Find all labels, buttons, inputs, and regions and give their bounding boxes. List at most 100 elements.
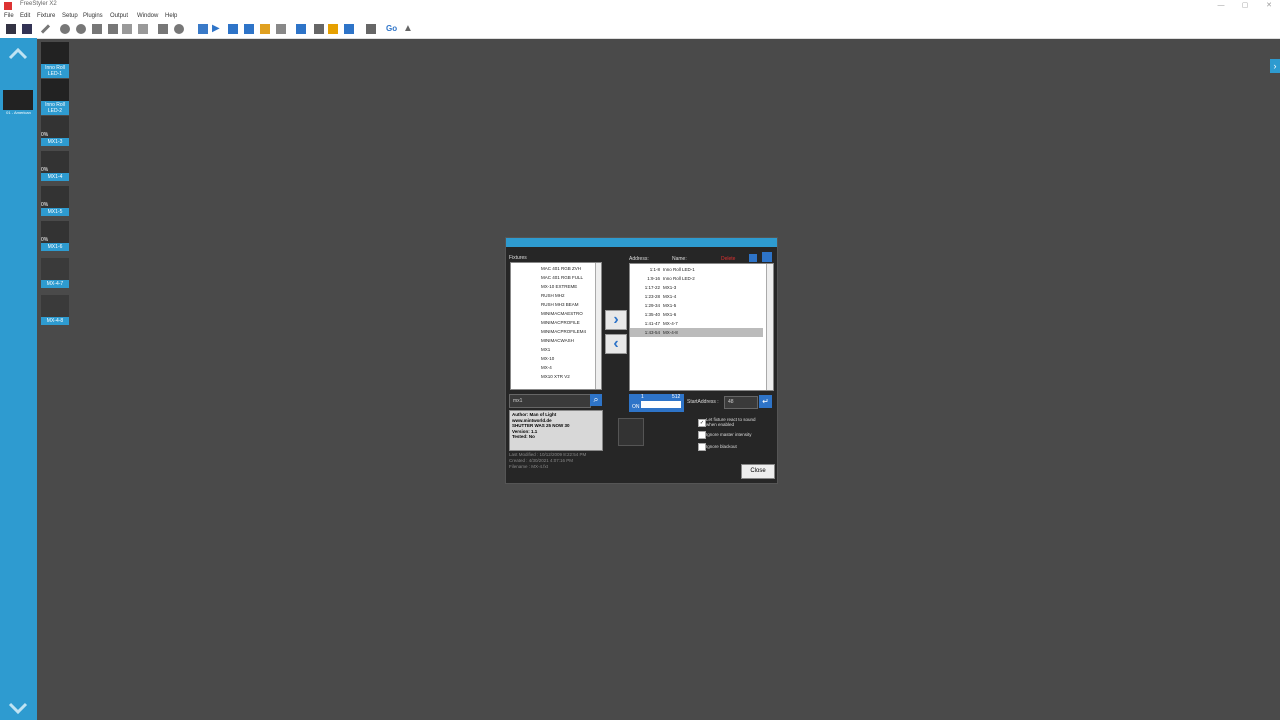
- list-item[interactable]: MX1: [541, 345, 601, 354]
- menu-setup[interactable]: Setup: [62, 13, 78, 19]
- fixture-tile[interactable]: Inno Roll LED-1: [41, 42, 69, 78]
- close-button[interactable]: Close: [741, 464, 775, 479]
- search-button[interactable]: ⌕: [590, 394, 602, 406]
- menu-window[interactable]: Window: [137, 13, 158, 19]
- pen-icon[interactable]: [40, 24, 51, 34]
- fixture-tile[interactable]: Inno Roll LED-2: [41, 79, 69, 115]
- start-address-input[interactable]: 48: [724, 396, 758, 409]
- row-address: 1:35-40: [644, 312, 660, 317]
- menu-output[interactable]: Output: [110, 13, 128, 19]
- maximize-button[interactable]: ▢: [1234, 0, 1256, 12]
- dmx-icon[interactable]: [296, 24, 306, 34]
- app-icon: [4, 2, 12, 10]
- window-title: FreeStyler X2: [20, 1, 57, 7]
- pause-icon[interactable]: [344, 24, 354, 34]
- search-input[interactable]: mx1: [509, 394, 591, 408]
- expand-right-button[interactable]: ›: [1270, 59, 1280, 73]
- fixture-image: [41, 295, 69, 317]
- meta-line: Filename : MX-4.fxt: [509, 464, 549, 469]
- fixture-percent: 0%: [41, 167, 49, 173]
- move-icon[interactable]: [6, 24, 16, 34]
- list-item[interactable]: MAC 401 RGB FULL: [541, 273, 601, 282]
- fixture-tile[interactable]: 0% MX1-5: [41, 186, 69, 216]
- fixture-library-list[interactable]: MAC 401 RGB ZVH MAC 401 RGB FULL MX-10 E…: [510, 262, 602, 390]
- dip-start: 1: [641, 394, 644, 400]
- table-row[interactable]: 1:9-16 Inno Roll LED-2: [630, 274, 763, 283]
- fixture-tile[interactable]: 0% MX1-3: [41, 116, 69, 146]
- fixture-thumbnail[interactable]: [3, 90, 33, 110]
- title-bar: FreeStyler X2 — ▢ ✕: [0, 0, 1280, 12]
- circle-icon[interactable]: [60, 24, 70, 34]
- toolbar: ▶ Go ▲: [0, 21, 1280, 39]
- chart-icon[interactable]: [260, 24, 270, 34]
- ignore-blackout-checkbox[interactable]: [698, 443, 706, 451]
- fixture-tile[interactable]: MX-4-8: [41, 295, 69, 325]
- copy-icon[interactable]: [158, 24, 168, 34]
- add-fixture-button[interactable]: ›: [605, 310, 627, 330]
- list-item[interactable]: MINIMACWASH: [541, 336, 601, 345]
- list-item[interactable]: MX10 XTR V2: [541, 372, 601, 381]
- warning-icon[interactable]: ▲: [403, 24, 413, 34]
- table-row-selected[interactable]: 1:43-54 MX-4-8: [630, 328, 763, 337]
- dip-switch[interactable]: 1 512 ON: [629, 394, 684, 412]
- fixture-tile[interactable]: 0% MX1-4: [41, 151, 69, 181]
- save-icon[interactable]: [762, 252, 772, 262]
- page-icon[interactable]: [198, 24, 208, 34]
- table-row[interactable]: 1:23-28 MX1-4: [630, 292, 763, 301]
- menu-help[interactable]: Help: [165, 13, 177, 19]
- grid-icon[interactable]: [122, 24, 132, 34]
- library-scrollbar[interactable]: [595, 263, 601, 389]
- delete-link[interactable]: Delete: [721, 256, 735, 262]
- settings-icon[interactable]: [749, 254, 757, 262]
- chevron-up-icon[interactable]: [8, 44, 28, 64]
- faders-icon[interactable]: [244, 24, 254, 34]
- ramp-icon[interactable]: [108, 24, 118, 34]
- chevron-down-icon[interactable]: [8, 698, 28, 718]
- ignore-master-checkbox[interactable]: [698, 431, 706, 439]
- sound-react-checkbox[interactable]: ✓: [698, 419, 706, 427]
- menu-plugins[interactable]: Plugins: [83, 13, 103, 19]
- go-button[interactable]: Go: [386, 24, 400, 34]
- patch-list[interactable]: 1:1-8 Inno Roll LED-1 1:9-16 Inno Roll LED…: [629, 263, 774, 391]
- menu-edit[interactable]: Edit: [20, 13, 30, 19]
- list-item[interactable]: MINIMACPROFILEM4: [541, 327, 601, 336]
- table-row[interactable]: 1:29-34 MX1-5: [630, 301, 763, 310]
- patch-scrollbar[interactable]: [766, 264, 773, 390]
- cross-icon[interactable]: [22, 24, 32, 34]
- sequence-icon[interactable]: [276, 24, 286, 34]
- list-item[interactable]: RUSH MH3 BEAM: [541, 300, 601, 309]
- circle-icon-2[interactable]: [76, 24, 86, 34]
- remove-fixture-button[interactable]: ‹: [605, 334, 627, 354]
- ignore-master-label: Ignore master intensity: [706, 432, 752, 437]
- house-icon[interactable]: [92, 24, 102, 34]
- list-item[interactable]: RUSH MH2: [541, 291, 601, 300]
- bulb-icon[interactable]: [314, 24, 324, 34]
- menu-fixture[interactable]: Fixture: [37, 13, 55, 19]
- list-icon[interactable]: [138, 24, 148, 34]
- table-icon[interactable]: [228, 24, 238, 34]
- record-icon[interactable]: [174, 24, 184, 34]
- list-item[interactable]: MAC 401 RGB ZVH: [541, 264, 601, 273]
- table-row[interactable]: 1:41-47 MX-4-7: [630, 319, 763, 328]
- sound-icon[interactable]: [328, 24, 338, 34]
- row-name: MX1-6: [663, 312, 677, 317]
- list-item[interactable]: MINIMACPROFILE: [541, 318, 601, 327]
- apply-address-button[interactable]: ↵: [759, 395, 772, 408]
- close-window-button[interactable]: ✕: [1258, 0, 1280, 12]
- minimize-button[interactable]: —: [1210, 0, 1232, 12]
- fixture-tile[interactable]: MX-4-7: [41, 258, 69, 288]
- table-row[interactable]: 1:1-8 Inno Roll LED-1: [630, 265, 763, 274]
- table-row[interactable]: 1:17-22 MX1-3: [630, 283, 763, 292]
- left-fixture-label: 01 - American: [6, 110, 31, 115]
- list-item[interactable]: MX-4: [541, 363, 601, 372]
- fixture-tile[interactable]: 0% MX1-6: [41, 221, 69, 251]
- fixture-label: Inno Roll LED-1: [41, 64, 69, 78]
- table-row[interactable]: 1:35-40 MX1-6: [630, 310, 763, 319]
- list-item[interactable]: MINIMACMAESTRO: [541, 309, 601, 318]
- list-item[interactable]: MX-10 EXTREME: [541, 282, 601, 291]
- search-icon: ⌕: [593, 394, 599, 404]
- list-item[interactable]: MX-10: [541, 354, 601, 363]
- level-icon[interactable]: [366, 24, 376, 34]
- play-icon[interactable]: ▶: [212, 24, 222, 34]
- menu-file[interactable]: File: [4, 13, 14, 19]
